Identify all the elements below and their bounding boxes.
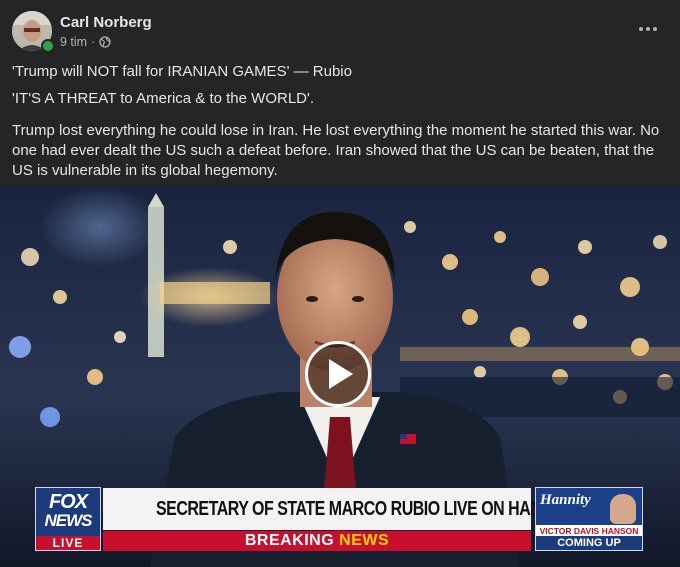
promo-coming-up: COMING UP [536,536,642,550]
meta-separator: · [91,35,96,49]
post-time[interactable]: 9 tim [60,35,87,49]
online-status-indicator [41,39,55,53]
news-label: NEWS [339,532,390,549]
video-player[interactable]: FOX NEWS LIVE SECRETARY OF STATE MARCO R… [0,187,680,567]
play-triangle [329,359,353,389]
logo-live-text: LIVE [36,536,100,550]
fox-news-logo: FOX NEWS LIVE [35,487,101,551]
more-options-icon[interactable] [636,17,660,41]
post-line-2: 'IT'S A THREAT to America & to the WORLD… [12,90,315,107]
feed-post: Carl Norberg 9 tim · 'Trump will NOT fal… [0,0,680,567]
post-header: Carl Norberg 9 tim · [12,11,668,53]
post-paragraph: Trump lost everything he could lose in I… [12,122,660,179]
post-meta: 9 tim · [60,35,111,49]
post-line-1: 'Trump will NOT fall for IRANIAN GAMES' … [12,63,352,80]
hannity-promo: Hannity VICTOR DAVIS HANSON COMING UP [535,487,643,551]
logo-mid-text: NEWS [44,511,93,530]
chyron-headline: SECRETARY OF STATE MARCO RUBIO LIVE ON H… [103,488,576,530]
news-chyron: FOX NEWS LIVE SECRETARY OF STATE MARCO R… [35,487,643,551]
breaking-label: BREAKING [244,532,335,549]
promo-show-logo: Hannity [540,492,591,508]
breaking-news-bar: BREAKING NEWS [103,531,531,551]
globe-icon[interactable] [99,36,111,48]
promo-guest-photo [610,494,636,524]
author-name[interactable]: Carl Norberg [60,14,152,31]
play-icon[interactable] [305,341,371,407]
post-text: 'Trump will NOT fall for IRANIAN GAMES' … [12,62,666,188]
logo-top-text: FOX [48,491,88,513]
